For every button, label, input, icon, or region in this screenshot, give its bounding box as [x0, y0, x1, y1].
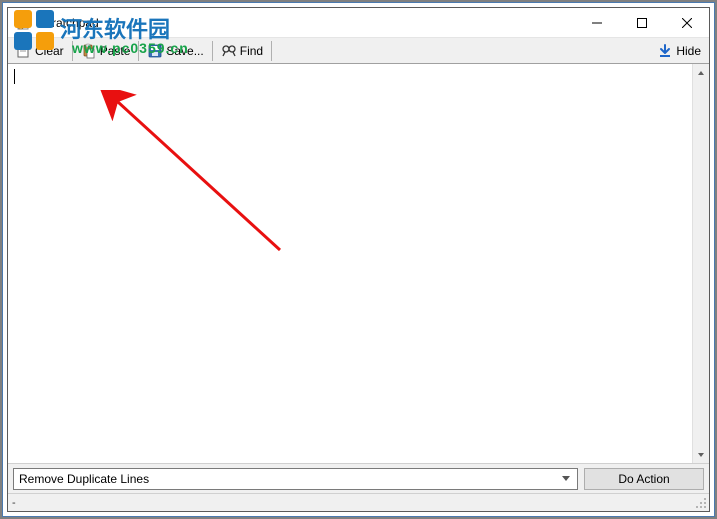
vertical-scrollbar[interactable]: [692, 64, 709, 463]
scroll-track[interactable]: [693, 81, 709, 446]
toolbar-separator: [138, 41, 139, 61]
hide-label: Hide: [676, 44, 701, 58]
text-caret: [14, 69, 15, 84]
maximize-button[interactable]: [619, 8, 664, 37]
close-button[interactable]: [664, 8, 709, 37]
scroll-down-button[interactable]: [693, 446, 709, 463]
resize-grip-icon[interactable]: [695, 497, 707, 509]
toolbar-separator: [271, 41, 272, 61]
hide-button[interactable]: Hide: [651, 40, 707, 62]
paste-button[interactable]: Paste: [75, 40, 137, 62]
find-icon: [221, 43, 237, 59]
hide-arrow-icon: [657, 43, 673, 59]
do-action-label: Do Action: [618, 472, 669, 486]
paste-label: Paste: [100, 44, 131, 58]
paste-icon: [81, 43, 97, 59]
toolbar: Clear Paste Save... Find: [8, 38, 709, 64]
titlebar: Scratchpad: [8, 8, 709, 38]
clear-icon: [16, 43, 32, 59]
clear-label: Clear: [35, 44, 64, 58]
do-action-button[interactable]: Do Action: [584, 468, 704, 490]
save-label: Save...: [166, 44, 203, 58]
action-bar: Remove Duplicate Lines Do Action: [8, 463, 709, 493]
find-button[interactable]: Find: [215, 40, 269, 62]
editor-wrap: [8, 64, 709, 463]
status-bar: -: [8, 493, 709, 511]
app-window: Scratchpad Clear Paste: [7, 7, 710, 512]
toolbar-separator: [212, 41, 213, 61]
save-button[interactable]: Save...: [141, 40, 209, 62]
minimize-button[interactable]: [574, 8, 619, 37]
find-label: Find: [240, 44, 263, 58]
toolbar-separator: [72, 41, 73, 61]
save-icon: [147, 43, 163, 59]
window-title: Scratchpad: [38, 16, 99, 30]
chevron-down-icon: [558, 476, 574, 482]
text-editor[interactable]: [8, 64, 692, 463]
scroll-up-button[interactable]: [693, 64, 709, 81]
status-text: -: [12, 497, 16, 509]
app-icon: [16, 15, 32, 31]
clear-button[interactable]: Clear: [10, 40, 70, 62]
action-dropdown[interactable]: Remove Duplicate Lines: [13, 468, 578, 490]
window-controls: [574, 8, 709, 37]
action-selected-value: Remove Duplicate Lines: [19, 472, 149, 486]
